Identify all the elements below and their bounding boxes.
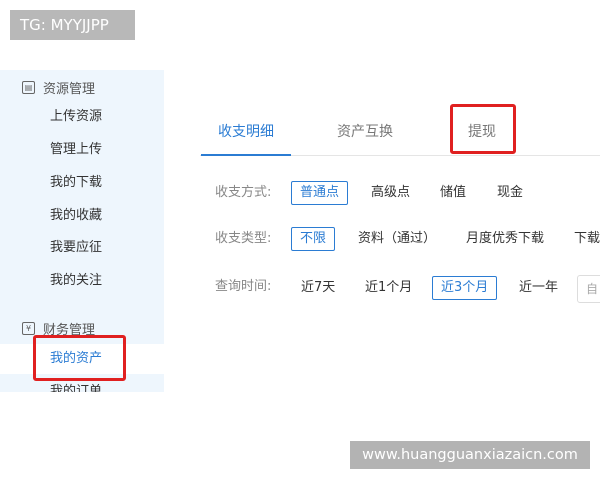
time-option-7-days[interactable]: 近7天 <box>292 276 344 300</box>
type-option-material-approved[interactable]: 资料（通过） <box>349 227 445 251</box>
type-option-monthly-top-download[interactable]: 月度优秀下载 <box>457 227 553 251</box>
highlight-box-withdraw <box>450 104 516 154</box>
tab-bar: 收支明细 资产互换 提现 <box>200 110 600 156</box>
payment-method-option-normal[interactable]: 普通点 <box>291 181 349 205</box>
payment-method-label: 收支方式: <box>215 185 272 200</box>
sidebar-item-upload-resource[interactable]: 上传资源 <box>50 107 102 127</box>
type-option-download[interactable]: 下载 <box>565 227 600 251</box>
watermark-bottom-right: www.huangguanxiazaicn.com <box>350 441 590 469</box>
sidebar-item-manage-uploads[interactable]: 管理上传 <box>50 140 102 160</box>
payment-method-option-cash[interactable]: 现金 <box>488 181 532 205</box>
time-option-1-month[interactable]: 近1个月 <box>356 276 421 300</box>
tab-asset-exchange[interactable]: 资产互换 <box>337 110 393 156</box>
tab-income-expense-details[interactable]: 收支明细 <box>201 110 291 156</box>
payment-method-option-stored-value[interactable]: 储值 <box>431 181 475 205</box>
type-option-unlimited[interactable]: 不限 <box>291 227 336 251</box>
time-option-1-year[interactable]: 近一年 <box>510 276 567 300</box>
sidebar-section-resources-label: 资源管理 <box>43 81 96 97</box>
sidebar-item-my-favorites[interactable]: 我的收藏 <box>50 206 102 226</box>
folder-icon: ▤ <box>22 80 35 94</box>
payment-method-option-advanced[interactable]: 高级点 <box>362 181 419 205</box>
highlight-box-my-assets <box>33 335 126 381</box>
watermark-top-left: TG: MYYJJPP <box>10 10 135 40</box>
sidebar-item-my-downloads[interactable]: 我的下载 <box>50 173 102 193</box>
yen-icon: ¥ <box>22 321 35 335</box>
date-start-input[interactable]: 自 <box>577 275 600 303</box>
sidebar-section-resources[interactable]: ▤ 资源管理 <box>22 77 95 97</box>
time-label: 查询时间: <box>215 279 272 294</box>
type-label: 收支类型: <box>215 231 272 246</box>
sidebar-item-my-orders[interactable]: 我的订单 <box>50 382 102 392</box>
sidebar-item-bounty[interactable]: 我要应征 <box>50 238 102 258</box>
time-option-3-months[interactable]: 近3个月 <box>432 276 498 300</box>
sidebar-item-my-follows[interactable]: 我的关注 <box>50 271 102 291</box>
